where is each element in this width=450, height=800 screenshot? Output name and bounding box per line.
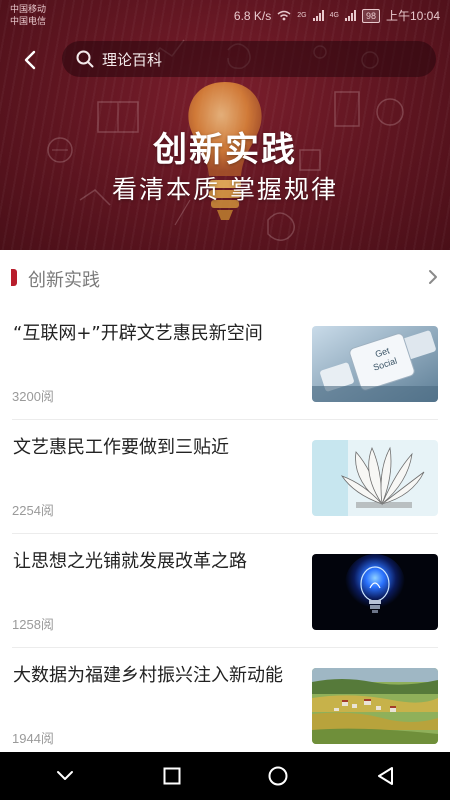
- network-type-1: 2G: [297, 12, 307, 19]
- nav-back-button[interactable]: [361, 752, 409, 800]
- article-thumbnail: [312, 440, 438, 516]
- signal-icon-2: [344, 10, 356, 21]
- carrier-1: 中国移动: [10, 4, 47, 14]
- status-indicators: 6.8 K/s 2G 4G 98 上午10:04: [234, 7, 440, 24]
- read-count: 2254阅: [12, 503, 54, 518]
- chevron-down-icon: [57, 771, 74, 780]
- search-input[interactable]: 理论百科: [62, 41, 436, 77]
- village-fields-image: [312, 668, 438, 744]
- circle-icon: [268, 766, 288, 786]
- chevron-left-icon: [24, 50, 36, 70]
- article-thumbnail: [312, 554, 438, 630]
- article-title: “互联网+”开辟文艺惠民新空间: [13, 323, 263, 344]
- article-title: 大数据为福建乡村振兴注入新动能: [13, 665, 283, 686]
- article-title: 让思想之光铺就发展改革之路: [13, 551, 247, 572]
- nav-down-button[interactable]: [41, 752, 89, 800]
- read-count: 1944阅: [12, 731, 54, 746]
- system-nav-bar: [0, 752, 450, 800]
- wifi-icon: [277, 10, 291, 21]
- blue-bulb-image: [312, 554, 438, 630]
- triangle-back-icon: [377, 767, 393, 785]
- book-pages-image: [312, 440, 438, 516]
- chevron-right-icon: [429, 270, 437, 284]
- back-button[interactable]: [14, 46, 46, 74]
- hero-title: 创新实践: [153, 130, 297, 170]
- hero-subtitle: 看清本质 掌握规律: [112, 175, 338, 204]
- section-header[interactable]: 创新实践: [0, 250, 450, 306]
- read-count: 3200阅: [12, 389, 54, 404]
- list-item[interactable]: 大数据为福建乡村振兴注入新动能 1944阅: [12, 648, 438, 762]
- square-icon: [163, 767, 181, 785]
- article-title: 文艺惠民工作要做到三贴近: [13, 437, 229, 458]
- nav-home-button[interactable]: [254, 752, 302, 800]
- keyboard-image: Get Social: [312, 326, 438, 402]
- search-icon: [76, 50, 94, 68]
- list-item[interactable]: “互联网+”开辟文艺惠民新空间 3200阅 Get Social: [12, 306, 438, 420]
- article-thumbnail: Get Social: [312, 326, 438, 402]
- clock: 上午10:04: [385, 9, 440, 23]
- hero-banner: 创新实践 看清本质 掌握规律 中国移动 中国电信 6.8 K/s 2G 4G 9…: [0, 0, 450, 250]
- carrier-info: 中国移动 中国电信: [10, 3, 46, 27]
- read-count: 1258阅: [12, 617, 54, 632]
- search-text: 理论百科: [102, 50, 163, 69]
- carrier-2: 中国电信: [10, 16, 47, 26]
- list-item[interactable]: 文艺惠民工作要做到三贴近 2254阅: [12, 420, 438, 534]
- article-thumbnail: [312, 668, 438, 744]
- network-speed: 6.8 K/s: [233, 8, 272, 23]
- nav-recent-button[interactable]: [148, 752, 196, 800]
- section-accent-bar: [11, 269, 17, 286]
- battery-indicator: 98: [361, 8, 380, 23]
- network-type-2: 4G: [329, 12, 339, 19]
- list-item[interactable]: 让思想之光铺就发展改革之路 1258阅: [12, 534, 438, 648]
- section-title: 创新实践: [28, 270, 100, 291]
- status-bar: 中国移动 中国电信 6.8 K/s 2G 4G 98 上午10:04: [0, 0, 450, 32]
- article-list: “互联网+”开辟文艺惠民新空间 3200阅 Get Social 文艺惠民工作要…: [0, 306, 450, 762]
- signal-icon: [312, 10, 324, 21]
